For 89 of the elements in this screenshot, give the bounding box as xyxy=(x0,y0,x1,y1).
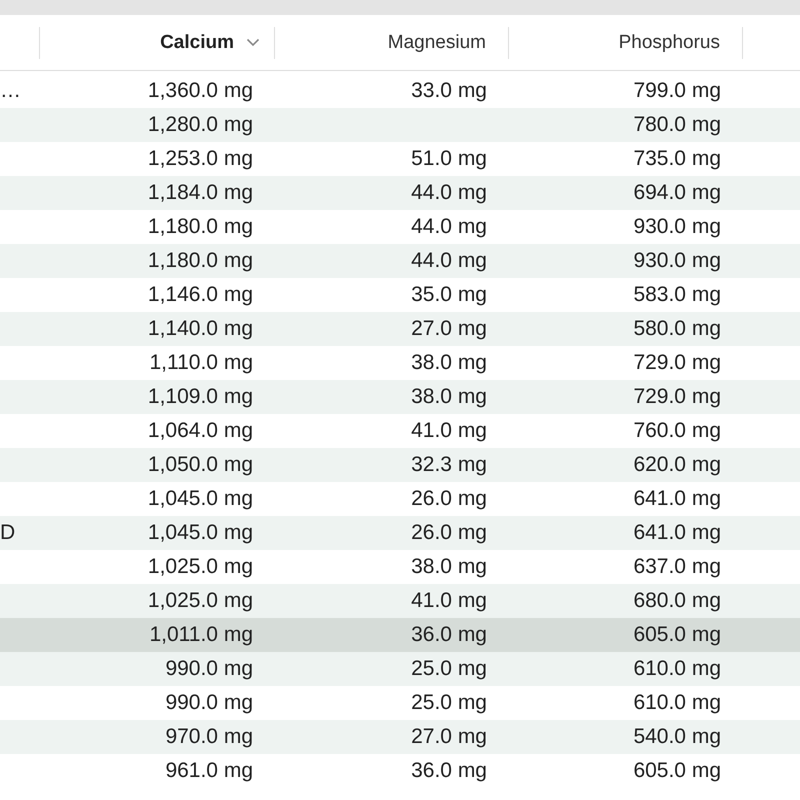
table-cell: 1,109.0 mg xyxy=(148,385,253,408)
table-cell: 26.0 mg xyxy=(411,521,487,544)
table-cell: 44.0 mg xyxy=(411,181,487,204)
table-cell: 799.0 mg xyxy=(633,79,721,102)
table-cell: 1,064.0 mg xyxy=(148,419,253,442)
table-cell: 25.0 mg xyxy=(411,691,487,714)
table-cell: 32.3 mg xyxy=(411,453,487,476)
table-row[interactable]: 1,064.0 mg 41.0 mg 760.0 mg xyxy=(0,414,800,448)
table-cell: 27.0 mg xyxy=(411,725,487,748)
column-header[interactable]: Calcium xyxy=(40,26,275,58)
table-cell: 961.0 mg xyxy=(165,759,253,782)
table-cell: 1,360.0 mg xyxy=(148,79,253,102)
table-cell: 51.0 mg xyxy=(411,147,487,170)
table-cell: 637.0 mg xyxy=(633,555,721,578)
table-cell: 990.0 mg xyxy=(165,657,253,680)
table-cell: 930.0 mg xyxy=(633,249,721,272)
table-cell: 970.0 mg xyxy=(165,725,253,748)
table-row[interactable]: 1,109.0 mg 38.0 mg 729.0 mg xyxy=(0,380,800,414)
table-cell: 27.0 mg xyxy=(411,317,487,340)
table-cell: 1,110.0 mg xyxy=(149,351,253,374)
table-cell: 729.0 mg xyxy=(633,385,721,408)
table-cell: 641.0 mg xyxy=(633,521,721,544)
table-cell: 694.0 mg xyxy=(633,181,721,204)
table-row[interactable]: 1,280.0 mg 780.0 mg xyxy=(0,108,800,142)
table-cell: 580.0 mg xyxy=(633,317,721,340)
table-cell: 930.0 mg xyxy=(633,215,721,238)
table-cell: 1,025.0 mg xyxy=(148,555,253,578)
table-row[interactable]: … 1,360.0 mg 33.0 mg 799.0 mg xyxy=(0,74,800,108)
table-row[interactable]: 1,146.0 mg 35.0 mg 583.0 mg xyxy=(0,278,800,312)
column-header[interactable]: Magnesium xyxy=(275,26,509,58)
table-row[interactable]: 1,025.0 mg 41.0 mg 680.0 mg xyxy=(0,584,800,618)
table-cell: 1,280.0 mg xyxy=(148,113,253,136)
table-cell: 38.0 mg xyxy=(411,351,487,374)
table-cell: 1,011.0 mg xyxy=(149,623,253,646)
table-row[interactable]: 1,025.0 mg 38.0 mg 637.0 mg xyxy=(0,550,800,584)
table-cell: 1,045.0 mg xyxy=(148,521,253,544)
table-cell: 36.0 mg xyxy=(411,623,487,646)
table-cell: 583.0 mg xyxy=(633,283,721,306)
table-cell: 1,253.0 mg xyxy=(148,147,253,170)
table-cell: 620.0 mg xyxy=(633,453,721,476)
table-cell: 1,184.0 mg xyxy=(148,181,253,204)
table-cell: 35.0 mg xyxy=(411,283,487,306)
table-cell: 680.0 mg xyxy=(633,589,721,612)
table-cell: 605.0 mg xyxy=(633,759,721,782)
table-cell: … xyxy=(0,79,21,102)
table-row[interactable]: 1,050.0 mg 32.3 mg 620.0 mg xyxy=(0,448,800,482)
table-cell: 44.0 mg xyxy=(411,215,487,238)
table-cell: 25.0 mg xyxy=(411,657,487,680)
table-row[interactable]: 961.0 mg 36.0 mg 605.0 mg xyxy=(0,754,800,788)
table-cell: D xyxy=(0,521,16,544)
table-row[interactable]: 1,184.0 mg 44.0 mg 694.0 mg xyxy=(0,176,800,210)
table-cell: 735.0 mg xyxy=(633,147,721,170)
table-cell: 41.0 mg xyxy=(411,589,487,612)
table-cell: 610.0 mg xyxy=(633,657,721,680)
table-row[interactable]: 990.0 mg 25.0 mg 610.0 mg xyxy=(0,652,800,686)
table-cell: 610.0 mg xyxy=(633,691,721,714)
table-cell: 38.0 mg xyxy=(411,555,487,578)
table-cell: 33.0 mg xyxy=(411,79,487,102)
table-cell: 540.0 mg xyxy=(633,725,721,748)
chevron-down-icon xyxy=(246,38,260,47)
table-row[interactable]: 970.0 mg 27.0 mg 540.0 mg xyxy=(0,720,800,754)
table-row[interactable]: 1,045.0 mg 26.0 mg 641.0 mg xyxy=(0,482,800,516)
table-cell: 990.0 mg xyxy=(165,691,253,714)
table-row[interactable]: 1,180.0 mg 44.0 mg 930.0 mg xyxy=(0,244,800,278)
table-cell: 760.0 mg xyxy=(633,419,721,442)
table-row[interactable]: 990.0 mg 25.0 mg 610.0 mg xyxy=(0,686,800,720)
table-cell: 1,146.0 mg xyxy=(148,283,253,306)
table-row[interactable]: 1,110.0 mg 38.0 mg 729.0 mg xyxy=(0,346,800,380)
table-row[interactable]: 1,011.0 mg 36.0 mg 605.0 mg xyxy=(0,618,800,652)
table-cell: 1,180.0 mg xyxy=(148,215,253,238)
table-cell: 1,180.0 mg xyxy=(148,249,253,272)
table-cell: 38.0 mg xyxy=(411,385,487,408)
table-row[interactable]: 1,140.0 mg 27.0 mg 580.0 mg xyxy=(0,312,800,346)
table-cell: 36.0 mg xyxy=(411,759,487,782)
table-row[interactable]: D 1,045.0 mg 26.0 mg 641.0 mg xyxy=(0,516,800,550)
table-cell: 26.0 mg xyxy=(411,487,487,510)
table-cell: 1,045.0 mg xyxy=(148,487,253,510)
table-cell: 1,025.0 mg xyxy=(148,589,253,612)
table-cell: 605.0 mg xyxy=(633,623,721,646)
table-row[interactable]: 1,180.0 mg 44.0 mg 930.0 mg xyxy=(0,210,800,244)
table-cell: 44.0 mg xyxy=(411,249,487,272)
column-header[interactable]: Phosphorus xyxy=(509,26,743,58)
table-cell: 1,050.0 mg xyxy=(148,453,253,476)
table-cell: 780.0 mg xyxy=(633,113,721,136)
table-cell: 1,140.0 mg xyxy=(148,317,253,340)
table-cell: 641.0 mg xyxy=(633,487,721,510)
table-row[interactable]: 1,253.0 mg 51.0 mg 735.0 mg xyxy=(0,142,800,176)
table-cell: 41.0 mg xyxy=(411,419,487,442)
table-cell: 729.0 mg xyxy=(633,351,721,374)
